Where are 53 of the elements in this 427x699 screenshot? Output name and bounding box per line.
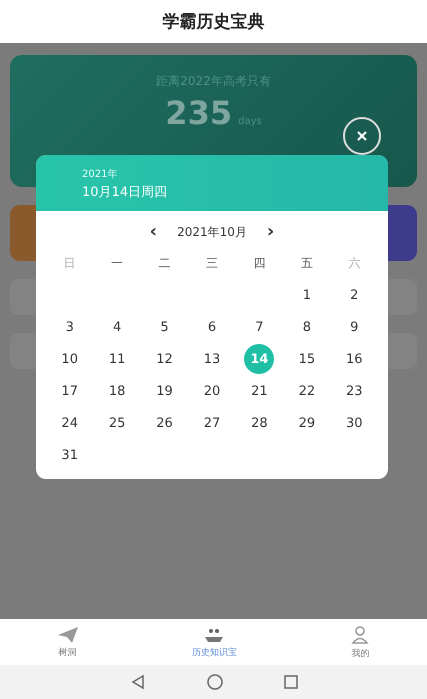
home-icon[interactable]: [206, 673, 224, 691]
calendar-day[interactable]: 9: [339, 312, 370, 342]
calendar-day[interactable]: 26: [150, 408, 180, 438]
calendar-day[interactable]: 30: [339, 408, 370, 438]
calendar-day[interactable]: 20: [196, 376, 227, 406]
calendar-day[interactable]: 16: [339, 344, 370, 374]
weekday-label: 六: [348, 254, 360, 272]
nav-tab[interactable]: 我的: [344, 622, 376, 662]
calendar-day[interactable]: 7: [244, 312, 274, 342]
calendar-day[interactable]: 21: [244, 376, 274, 406]
nav-tab[interactable]: 树洞: [50, 624, 85, 660]
app-title: 学霸历史宝典: [162, 11, 264, 33]
next-month-button[interactable]: ›: [264, 223, 276, 241]
weekday-label: 日: [64, 254, 76, 272]
calendar-day[interactable]: 18: [102, 376, 132, 406]
countdown-number: 235: [165, 94, 232, 132]
month-label: 2021年10月: [177, 224, 247, 240]
calendar-day[interactable]: 11: [102, 344, 132, 374]
person-icon: [350, 624, 370, 644]
calendar-day[interactable]: 15: [292, 344, 322, 374]
calendar-day[interactable]: 28: [244, 408, 274, 438]
prev-month-button[interactable]: ‹: [148, 223, 160, 241]
calendar-day[interactable]: 10: [54, 344, 85, 374]
selected-year: 2021年: [82, 168, 118, 181]
back-icon[interactable]: [130, 674, 146, 690]
weekday-label: 四: [253, 254, 266, 272]
recents-icon[interactable]: [284, 675, 298, 689]
close-icon: [356, 130, 368, 142]
calendar-day[interactable]: 17: [54, 376, 85, 406]
calendar-day[interactable]: 22: [292, 376, 322, 406]
weekday-label: 三: [206, 254, 218, 272]
calendar-day[interactable]: 1: [292, 280, 322, 310]
calendar-day[interactable]: 27: [196, 408, 227, 438]
calendar-day[interactable]: 25: [102, 408, 132, 438]
nav-tab[interactable]: 历史知识宝: [186, 624, 243, 660]
calendar-day[interactable]: 29: [292, 408, 322, 438]
weekday-label: 五: [300, 254, 313, 272]
calendar-day[interactable]: 4: [102, 312, 132, 342]
weekday-label: 二: [158, 254, 171, 272]
weekday-label: 一: [111, 254, 124, 272]
calendar-day[interactable]: 13: [196, 344, 227, 374]
calendar-day[interactable]: 12: [150, 344, 180, 374]
calendar-day[interactable]: 19: [150, 376, 180, 406]
calendar-day[interactable]: 5: [150, 312, 180, 342]
calendar-day[interactable]: 6: [196, 312, 227, 342]
calendar-day[interactable]: 24: [54, 408, 85, 438]
calendar-day[interactable]: 23: [339, 376, 370, 406]
selected-date: 10月14日周四: [82, 184, 168, 201]
calendar-day[interactable]: 31: [54, 440, 85, 470]
calendar-day[interactable]: 8: [292, 312, 322, 342]
calendar-day[interactable]: 3: [54, 312, 85, 342]
calendar-day[interactable]: 2: [339, 280, 370, 310]
paper-plane-icon: [56, 626, 79, 644]
